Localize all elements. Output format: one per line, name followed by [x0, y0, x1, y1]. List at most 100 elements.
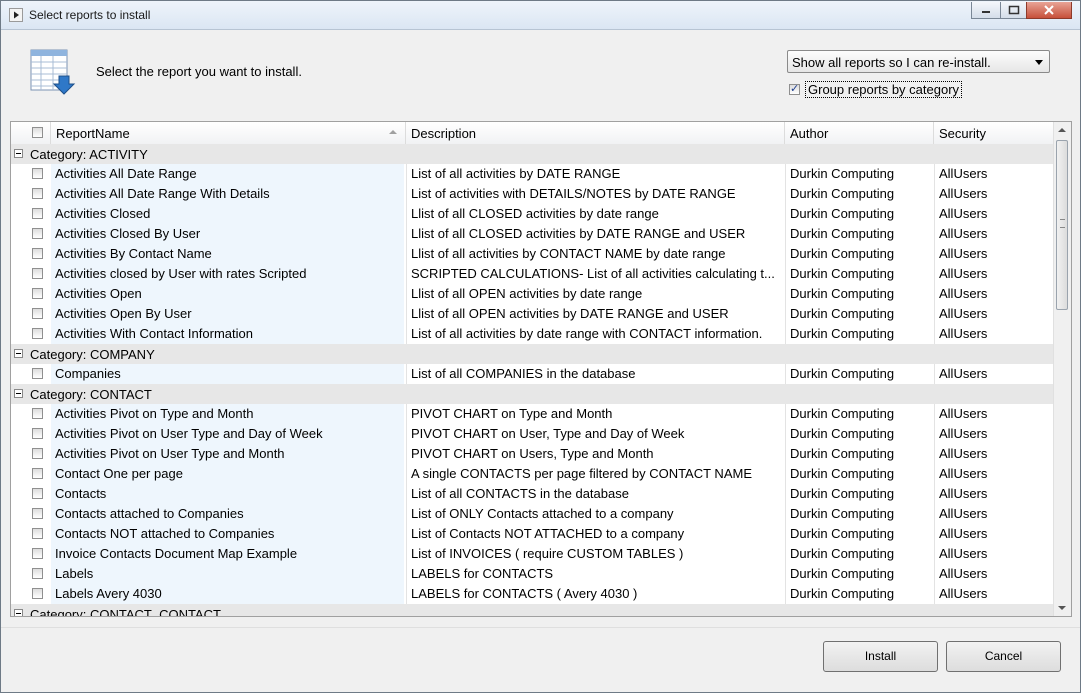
report-row[interactable]: Activities Open By User Llist of all OPEN… — [11, 304, 1055, 324]
report-author-cell: Durkin Computing — [785, 244, 934, 264]
scroll-up-arrow-icon[interactable] — [1058, 128, 1066, 132]
cancel-button[interactable]: Cancel — [946, 641, 1061, 672]
window-title: Select reports to install — [29, 8, 151, 22]
report-description-cell: Llist of all activities by CONTACT NAME … — [406, 244, 784, 264]
report-checkbox[interactable] — [32, 188, 43, 199]
collapse-icon[interactable] — [14, 349, 23, 358]
report-name-cell: Contacts — [51, 484, 404, 504]
report-row[interactable]: Invoice Contacts Document Map Example Lis… — [11, 544, 1055, 564]
report-row[interactable]: Activities Pivot on Type and Month PIVOT … — [11, 404, 1055, 424]
report-row[interactable]: Companies List of all COMPANIES in the da… — [11, 364, 1055, 384]
report-security-cell: AllUsers — [934, 444, 1055, 464]
collapse-icon[interactable] — [14, 609, 23, 616]
column-header-description[interactable]: Description — [406, 122, 785, 144]
category-row[interactable]: Category: ACTIVITY — [11, 144, 1055, 164]
report-row[interactable]: Activities By Contact Name Llist of all a… — [11, 244, 1055, 264]
report-row[interactable]: Contacts attached to Companies List of ON… — [11, 504, 1055, 524]
report-row[interactable]: Activities All Date Range List of all act… — [11, 164, 1055, 184]
report-checkbox[interactable] — [32, 268, 43, 279]
row-indent — [11, 164, 27, 184]
report-name-cell: Activities Pivot on User Type and Month — [51, 444, 404, 464]
report-row[interactable]: Activities With Contact Information List … — [11, 324, 1055, 344]
row-indent — [11, 184, 27, 204]
report-checkbox[interactable] — [32, 548, 43, 559]
column-header-label: Author — [790, 126, 829, 141]
report-security-cell: AllUsers — [934, 584, 1055, 604]
report-author-cell: Durkin Computing — [785, 324, 934, 344]
scroll-down-arrow-icon[interactable] — [1058, 606, 1066, 610]
row-indent — [11, 524, 27, 544]
report-checkbox[interactable] — [32, 228, 43, 239]
row-indent — [11, 304, 27, 324]
checkbox-checked-icon[interactable] — [789, 82, 800, 95]
category-row[interactable]: Category: CONTACT — [11, 384, 1055, 404]
report-row[interactable]: Contacts List of all CONTACTS in the data… — [11, 484, 1055, 504]
column-header-security[interactable]: Security — [934, 122, 1055, 144]
close-button[interactable] — [1026, 2, 1072, 19]
column-header-reportname[interactable]: ReportName — [51, 122, 406, 144]
report-author-cell: Durkin Computing — [785, 524, 934, 544]
report-download-icon — [30, 49, 76, 95]
report-checkbox[interactable] — [32, 468, 43, 479]
category-row[interactable]: Category: COMPANY — [11, 344, 1055, 364]
report-description-cell: List of all activities by DATE RANGE — [406, 164, 784, 184]
minimize-button[interactable] — [971, 2, 1001, 19]
report-row[interactable]: Contacts NOT attached to Companies List o… — [11, 524, 1055, 544]
report-author-cell: Durkin Computing — [785, 264, 934, 284]
report-row[interactable]: Labels Avery 4030 LABELS for CONTACTS ( A… — [11, 584, 1055, 604]
report-checkbox[interactable] — [32, 448, 43, 459]
category-row[interactable]: Category: CONTACT_CONTACT — [11, 604, 1055, 616]
report-name-cell: Invoice Contacts Document Map Example — [51, 544, 404, 564]
play-icon[interactable] — [9, 8, 23, 22]
report-checkbox[interactable] — [32, 408, 43, 419]
report-name-cell: Labels — [51, 564, 404, 584]
dialog-window: Select reports to install Select the rep… — [0, 0, 1081, 693]
report-checkbox[interactable] — [32, 328, 43, 339]
report-row[interactable]: Labels LABELS for CONTACTS Durkin Computin… — [11, 564, 1055, 584]
report-security-cell: AllUsers — [934, 424, 1055, 444]
report-checkbox[interactable] — [32, 508, 43, 519]
reports-grid[interactable]: ReportName Description Author Security C… — [10, 121, 1072, 617]
column-header-author[interactable]: Author — [785, 122, 934, 144]
filter-dropdown[interactable]: Show all reports so I can re-install. — [787, 50, 1050, 73]
report-row[interactable]: Activities Open Llist of all OPEN activit… — [11, 284, 1055, 304]
report-row[interactable]: Activities closed by User with rates Scr… — [11, 264, 1055, 284]
select-all-header[interactable] — [11, 122, 51, 144]
report-row[interactable]: Activities Closed Llist of all CLOSED act… — [11, 204, 1055, 224]
row-indent — [11, 204, 27, 224]
report-checkbox[interactable] — [32, 428, 43, 439]
report-checkbox[interactable] — [32, 288, 43, 299]
report-checkbox[interactable] — [32, 588, 43, 599]
report-author-cell: Durkin Computing — [785, 284, 934, 304]
report-checkbox[interactable] — [32, 168, 43, 179]
report-name-cell: Activities closed by User with rates Scr… — [51, 264, 404, 284]
report-author-cell: Durkin Computing — [785, 184, 934, 204]
report-description-cell: List of ONLY Contacts attached to a comp… — [406, 504, 784, 524]
report-row[interactable]: Activities All Date Range With Details Li… — [11, 184, 1055, 204]
install-button[interactable]: Install — [823, 641, 938, 672]
report-checkbox[interactable] — [32, 488, 43, 499]
report-checkbox[interactable] — [32, 208, 43, 219]
report-checkbox[interactable] — [32, 368, 43, 379]
report-description-cell: List of INVOICES ( require CUSTOM TABLES… — [406, 544, 784, 564]
collapse-icon[interactable] — [14, 149, 23, 158]
report-row[interactable]: Activities Closed By User Llist of all CL… — [11, 224, 1055, 244]
row-indent — [11, 284, 27, 304]
report-checkbox[interactable] — [32, 528, 43, 539]
report-row[interactable]: Contact One per page A single CONTACTS pe… — [11, 464, 1055, 484]
report-checkbox[interactable] — [32, 248, 43, 259]
report-security-cell: AllUsers — [934, 164, 1055, 184]
grip-icon — [1060, 219, 1065, 228]
report-author-cell: Durkin Computing — [785, 204, 934, 224]
report-security-cell: AllUsers — [934, 304, 1055, 324]
vertical-scrollbar[interactable] — [1053, 122, 1071, 616]
select-all-checkbox[interactable] — [32, 127, 43, 138]
report-row[interactable]: Activities Pivot on User Type and Month P… — [11, 444, 1055, 464]
scrollbar-thumb[interactable] — [1056, 140, 1068, 310]
report-row[interactable]: Activities Pivot on User Type and Day of… — [11, 424, 1055, 444]
report-author-cell: Durkin Computing — [785, 464, 934, 484]
report-checkbox[interactable] — [32, 308, 43, 319]
report-checkbox[interactable] — [32, 568, 43, 579]
maximize-button[interactable] — [1000, 2, 1027, 19]
collapse-icon[interactable] — [14, 389, 23, 398]
